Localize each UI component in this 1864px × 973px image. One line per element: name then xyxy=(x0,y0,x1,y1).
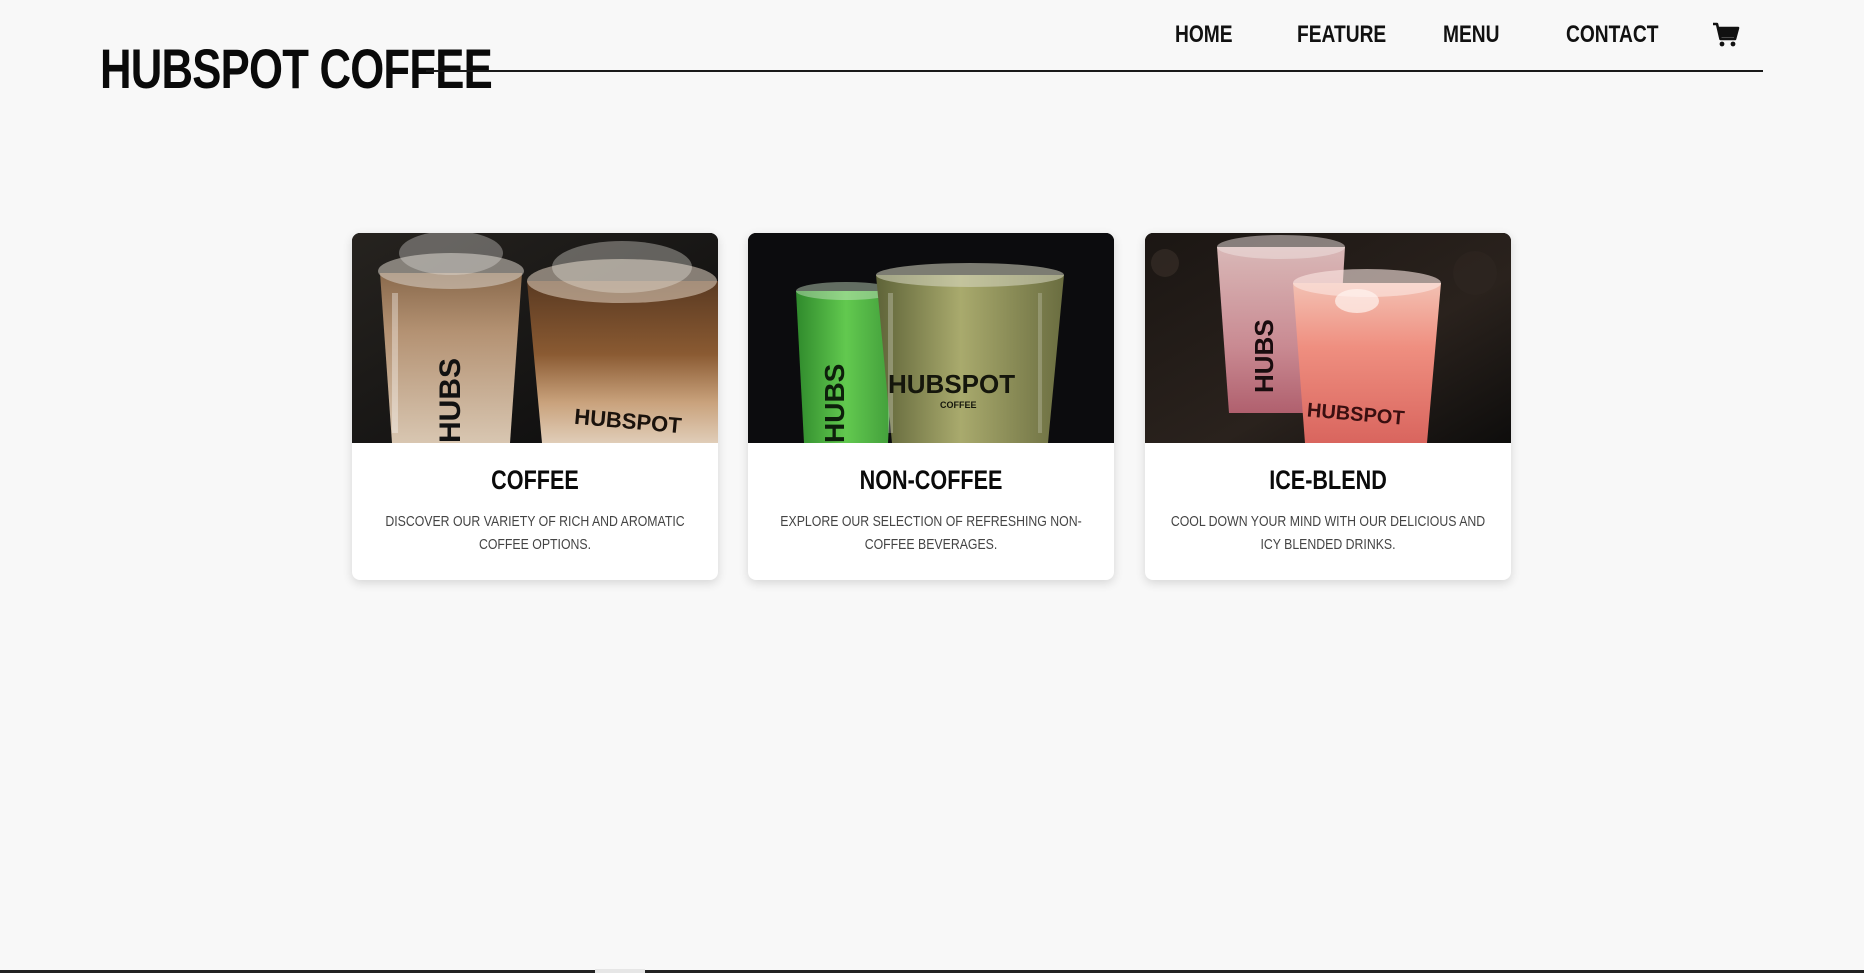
card-title: NON-COFFEE xyxy=(859,465,1003,495)
card-title: COFFEE xyxy=(491,465,579,495)
nav-feature-link[interactable]: FEATURE xyxy=(1297,18,1386,52)
cup-brand-label: HUBSPOT xyxy=(888,369,1015,399)
ice-blend-card[interactable]: HUBS HUBSPOT ICE-BLEND COOL DOWN YOUR MI… xyxy=(1145,233,1511,580)
coffee-card[interactable]: HUBS HUBSPOT COFFEE DISCOVER OUR VARIETY… xyxy=(352,233,718,580)
scroll-indicator xyxy=(595,969,645,973)
card-title: ICE-BLEND xyxy=(1269,465,1387,495)
card-description: DISCOVER OUR VARIETY OF RICH AND AROMATI… xyxy=(385,513,685,553)
card-description: EXPLORE OUR SELECTION OF REFRESHING NON-… xyxy=(780,513,1082,553)
ice-blend-drinks-image: HUBS HUBSPOT xyxy=(1145,233,1511,443)
page: HUBSPOT COFFEE HOME FEATURE MENU CONTACT xyxy=(0,0,1864,973)
cup-side-label: HUBS xyxy=(434,358,467,443)
card-description: COOL DOWN YOUR MIND WITH OUR DELICIOUS A… xyxy=(1170,513,1486,553)
nav-contact-link[interactable]: CONTACT xyxy=(1566,18,1658,52)
cup-side-label: HUBS xyxy=(819,364,850,443)
non-coffee-card[interactable]: HUBS HUBSPOT COFFEE NON-COFFEE EXPLORE O… xyxy=(748,233,1114,580)
coffee-drinks-image: HUBS HUBSPOT xyxy=(352,233,718,443)
nav-home-link[interactable]: HOME xyxy=(1175,18,1233,52)
nav-menu-link[interactable]: MENU xyxy=(1443,18,1500,52)
category-cards: HUBS HUBSPOT COFFEE DISCOVER OUR VARIETY… xyxy=(352,233,1512,581)
cup-sub-label: COFFEE xyxy=(940,400,977,410)
non-coffee-drinks-image: HUBS HUBSPOT COFFEE xyxy=(748,233,1114,443)
header-divider xyxy=(426,70,1763,72)
main-nav: HOME FEATURE MENU CONTACT xyxy=(0,18,1864,52)
cup-side-label: HUBS xyxy=(1249,319,1279,393)
cart-icon[interactable] xyxy=(1712,22,1740,48)
